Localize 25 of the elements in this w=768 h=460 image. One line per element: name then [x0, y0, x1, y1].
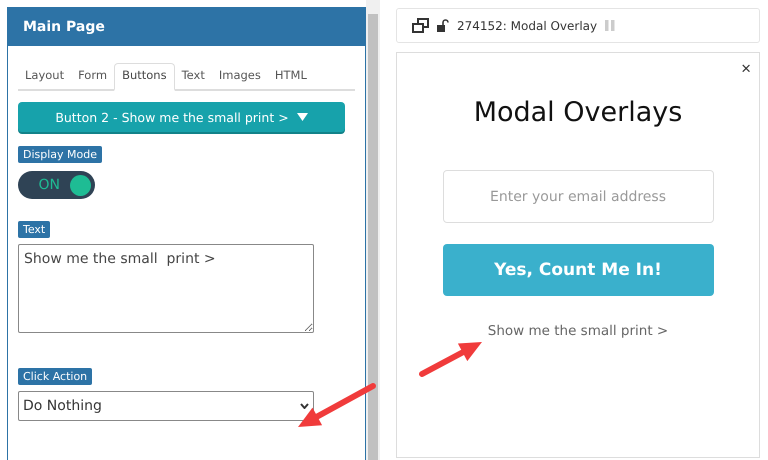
tab[interactable]: Layout [18, 61, 72, 89]
caret-icon [296, 113, 308, 121]
action-dropdown[interactable]: Do Nothing [18, 391, 314, 421]
field-label: Click Action [18, 368, 92, 385]
close-button[interactable]: × [738, 59, 754, 79]
tab[interactable]: Images [212, 61, 268, 89]
tab[interactable]: Form [71, 61, 114, 89]
field-label: Display Mode [18, 146, 102, 163]
pause-icon [605, 20, 616, 31]
annotation-arrow [419, 342, 482, 377]
tab[interactable]: Buttons [114, 63, 175, 91]
text-area[interactable]: Show me the small print > [18, 244, 314, 333]
windows-icon [412, 18, 429, 33]
toggle-switch[interactable]: ON [18, 171, 95, 199]
preview-title: 274152: Modal Overlay [457, 18, 598, 32]
unlock-icon [437, 19, 449, 32]
panel-title: Main Page [8, 8, 365, 46]
scrollbar[interactable] [366, 0, 380, 460]
tab[interactable]: Text [174, 61, 212, 89]
chevron-icon [300, 403, 309, 409]
tab[interactable]: HTML [268, 61, 314, 89]
small-print-link[interactable]: Show me the small print > [488, 323, 668, 339]
email-field[interactable]: Enter your email address [442, 170, 714, 223]
field-label: Text [18, 221, 50, 238]
modal-heading: Modal Overlays [474, 97, 682, 128]
